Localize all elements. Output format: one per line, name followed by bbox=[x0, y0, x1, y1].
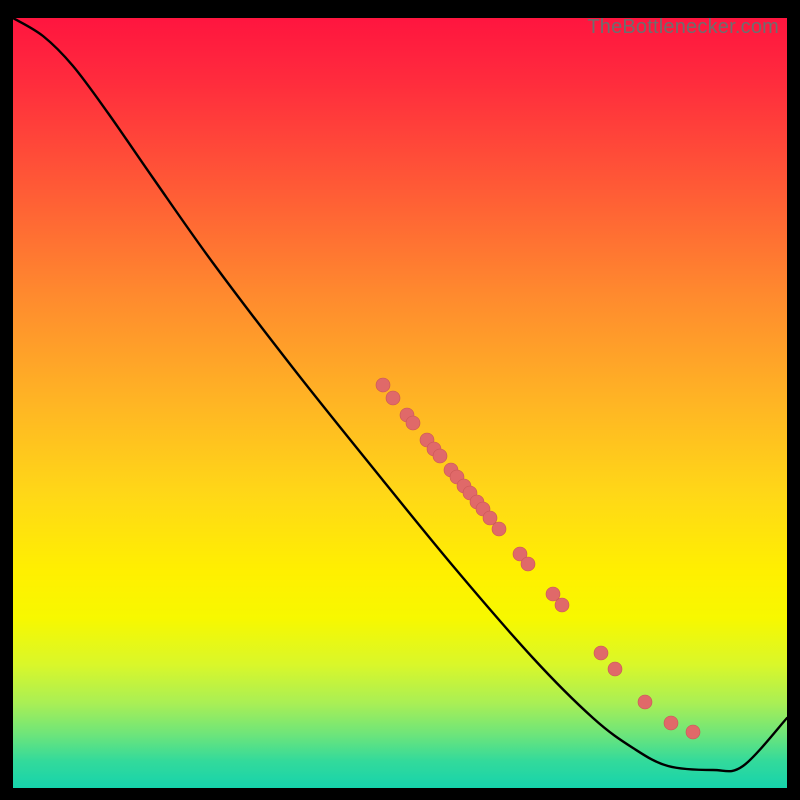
data-marker bbox=[638, 695, 652, 709]
chart-svg bbox=[13, 18, 787, 788]
data-marker bbox=[376, 378, 390, 392]
data-marker bbox=[594, 646, 608, 660]
bottleneck-curve bbox=[13, 18, 787, 771]
data-marker bbox=[686, 725, 700, 739]
data-marker bbox=[608, 662, 622, 676]
data-marker bbox=[433, 449, 447, 463]
data-marker bbox=[555, 598, 569, 612]
data-markers bbox=[376, 378, 700, 739]
data-marker bbox=[483, 511, 497, 525]
data-marker bbox=[492, 522, 506, 536]
data-marker bbox=[664, 716, 678, 730]
data-marker bbox=[521, 557, 535, 571]
data-marker bbox=[386, 391, 400, 405]
chart-frame: TheBottlenecker.com bbox=[13, 18, 787, 788]
watermark-text: TheBottlenecker.com bbox=[587, 16, 779, 39]
data-marker bbox=[546, 587, 560, 601]
data-marker bbox=[406, 416, 420, 430]
